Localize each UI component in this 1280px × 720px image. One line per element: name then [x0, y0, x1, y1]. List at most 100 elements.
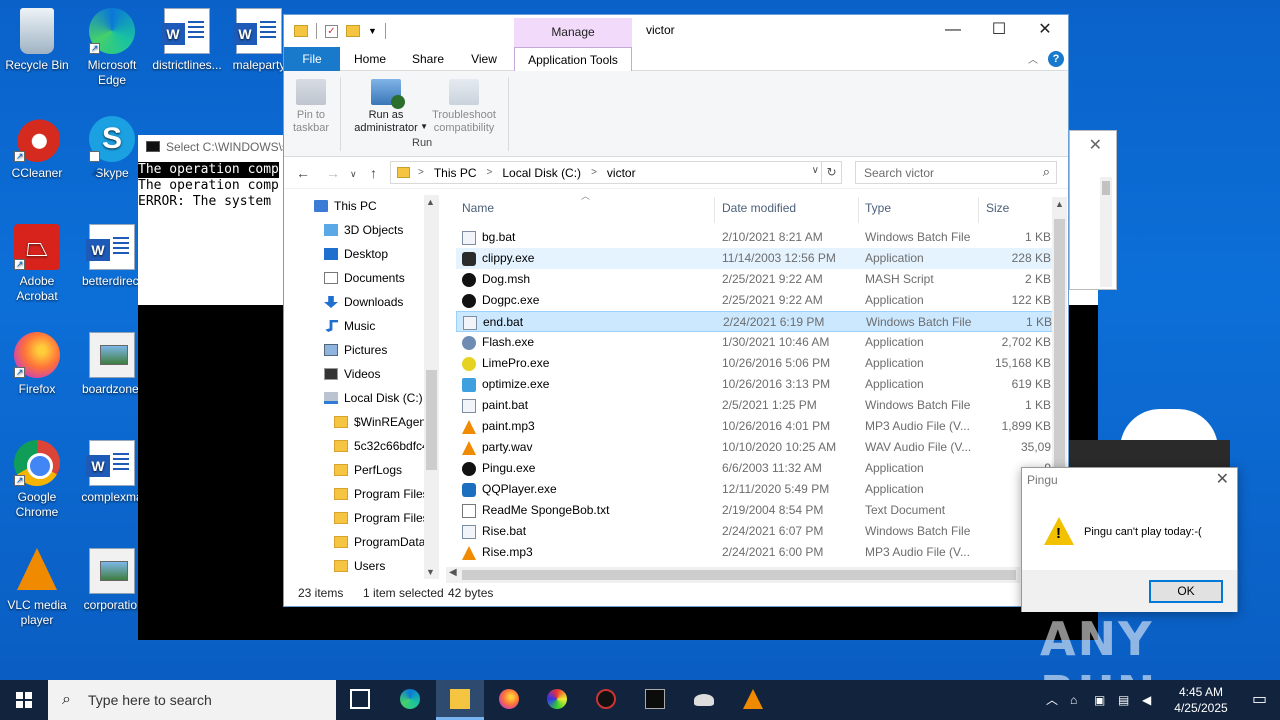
forward-button[interactable]: →	[326, 165, 340, 181]
troubleshoot-compatibility-button[interactable]: Troubleshoot compatibility	[426, 75, 502, 135]
close-icon[interactable]: ✕	[1089, 135, 1102, 155]
nav-item-folder[interactable]: 5c32c66bdfc4	[334, 435, 424, 457]
column-header-name[interactable]: Name	[462, 201, 494, 215]
column-header-size[interactable]: Size	[986, 201, 1009, 215]
taskbar-pingu[interactable]	[582, 680, 630, 720]
file-row[interactable]: Rise.mp3 2/24/2021 6:00 PM MP3 Audio File …	[456, 542, 1054, 563]
file-row[interactable]: clippy.exe 11/14/2003 12:56 PM Application…	[456, 248, 1054, 269]
back-button[interactable]: ←	[296, 165, 310, 181]
column-divider[interactable]	[858, 197, 859, 223]
file-row[interactable]: optimize.exe 10/26/2016 3:13 PM Applicatio…	[456, 374, 1054, 395]
properties-icon[interactable]: ✓	[325, 24, 338, 38]
chevron-down-icon[interactable]: ▼	[368, 26, 377, 36]
tab-file[interactable]: File	[284, 47, 340, 71]
tab-application-tools[interactable]: Application Tools	[514, 47, 632, 72]
message-dialog[interactable]: Pingu ✕ Pingu can't play today:-( OK	[1021, 467, 1238, 612]
file-row[interactable]: paint.mp3 10/26/2016 4:01 PM MP3 Audio Fil…	[456, 416, 1054, 437]
nav-item-folder[interactable]: ProgramData	[334, 531, 424, 553]
taskbar-search[interactable]: ⌕ Type here to search	[48, 680, 336, 720]
taskbar-file-explorer[interactable]	[436, 680, 484, 720]
nav-item-downloads[interactable]: Downloads	[324, 291, 440, 313]
background-window[interactable]: ✕	[1069, 130, 1117, 290]
up-button[interactable]: ↑	[370, 165, 377, 181]
chevron-right-icon[interactable]: >	[418, 167, 424, 178]
scrollbar[interactable]	[1100, 177, 1112, 287]
tab-view[interactable]: View	[460, 47, 508, 71]
breadcrumb-victor[interactable]: victor	[607, 166, 636, 180]
taskbar-paint[interactable]	[533, 680, 581, 720]
ccleaner-shortcut[interactable]: CCleaner	[0, 116, 74, 181]
scroll-left-icon[interactable]: ◀	[449, 567, 457, 578]
column-divider[interactable]	[978, 197, 979, 223]
explorer-titlebar[interactable]: ✓ ▼ Manage victor — ☐ ✕	[284, 15, 1068, 47]
run-as-administrator-button[interactable]: Run as administrator ▼	[346, 75, 428, 135]
search-input[interactable]: Search victor ⌕	[855, 161, 1057, 184]
close-button[interactable]: ✕	[1022, 15, 1068, 45]
nav-item-videos[interactable]: Videos	[324, 363, 440, 385]
tab-home[interactable]: Home	[346, 47, 394, 71]
nav-item-3d-objects[interactable]: 3D Objects	[324, 219, 440, 241]
taskbar-firefox[interactable]	[485, 680, 533, 720]
recent-locations-button[interactable]: ∨	[350, 169, 357, 180]
address-dropdown-icon[interactable]: ∨	[812, 165, 819, 176]
refresh-icon[interactable]: ↻	[821, 162, 841, 183]
breadcrumb-this-pc[interactable]: This PC	[434, 166, 477, 180]
nav-pane-scrollbar[interactable]: ▲ ▼	[424, 195, 439, 579]
help-icon[interactable]: ?	[1048, 51, 1064, 67]
show-hidden-icons-icon[interactable]: ︿	[1046, 680, 1058, 720]
nav-item-desktop[interactable]: Desktop	[324, 243, 440, 265]
ok-button[interactable]: OK	[1149, 580, 1223, 603]
pin-to-taskbar-button[interactable]: Pin to taskbar	[290, 75, 332, 135]
nav-item-pictures[interactable]: Pictures	[324, 339, 440, 361]
scroll-down-icon[interactable]: ▼	[426, 567, 435, 577]
districtlines-shortcut[interactable]: districtlines...	[150, 8, 224, 73]
file-row[interactable]: Rise.bat 2/24/2021 6:07 PM Windows Batch F…	[456, 521, 1054, 542]
nav-item-local-disk[interactable]: Local Disk (C:)	[324, 387, 440, 409]
adobe-acrobat-shortcut[interactable]: Adobe Acrobat	[0, 224, 74, 304]
file-row[interactable]: Flash.exe 1/30/2021 10:46 AM Application 2,…	[456, 332, 1054, 353]
chevron-right-icon[interactable]: >	[591, 167, 597, 178]
clock[interactable]: 4:45 AM 4/25/2025	[1168, 684, 1234, 716]
file-row-selected[interactable]: end.bat 2/24/2021 6:19 PM Windows Batch Fi…	[456, 311, 1054, 332]
nav-item-folder[interactable]: PerfLogs	[334, 459, 424, 481]
nav-item-documents[interactable]: Documents	[324, 267, 440, 289]
chevron-right-icon[interactable]: >	[487, 167, 493, 178]
column-divider[interactable]	[714, 197, 715, 223]
recycle-bin-shortcut[interactable]: Recycle Bin	[0, 8, 74, 73]
file-row[interactable]: Dogpc.exe 2/25/2021 9:22 AM Application 122…	[456, 290, 1054, 311]
address-bar[interactable]: > This PC > Local Disk (C:) > victor ∨ ↻	[390, 161, 842, 184]
new-folder-icon[interactable]	[346, 25, 360, 37]
file-row[interactable]: LimePro.exe 10/26/2016 5:06 PM Application…	[456, 353, 1054, 374]
task-view-button[interactable]	[336, 680, 384, 720]
file-row[interactable]: paint.bat 2/5/2021 1:25 PM Windows Batch F…	[456, 395, 1054, 416]
minimize-button[interactable]: —	[930, 15, 976, 45]
scrollbar-thumb[interactable]	[462, 570, 1016, 580]
scroll-up-icon[interactable]: ▲	[1055, 199, 1064, 209]
wired-network-icon[interactable]: ▤	[1118, 680, 1129, 720]
nav-item-folder[interactable]: Program Files	[334, 483, 424, 505]
close-icon[interactable]: ✕	[1216, 468, 1229, 492]
scroll-up-icon[interactable]: ▲	[426, 197, 435, 207]
breadcrumb-local-disk[interactable]: Local Disk (C:)	[502, 166, 581, 180]
vlc-shortcut[interactable]: VLC media player	[0, 548, 74, 628]
nav-item-music[interactable]: Music	[324, 315, 440, 337]
scrollbar-thumb[interactable]	[426, 370, 437, 470]
nav-item-folder[interactable]: Users	[334, 555, 424, 577]
nav-item-this-pc[interactable]: This PC	[314, 195, 440, 217]
taskbar-vlc[interactable]	[729, 680, 777, 720]
file-row[interactable]: party.wav 10/10/2020 10:25 AM WAV Audio Fi…	[456, 437, 1054, 458]
nav-item-folder[interactable]: $WinREAgent	[334, 411, 424, 433]
file-row[interactable]: Dog.msh 2/25/2021 9:22 AM MASH Script 2 KB	[456, 269, 1054, 290]
taskbar-cmd[interactable]	[631, 680, 679, 720]
file-row[interactable]: QQPlayer.exe 12/11/2020 5:49 PM Applicatio…	[456, 479, 1054, 500]
file-row[interactable]: Pingu.exe6/6/2003 11:32 AMApplication9	[456, 458, 1054, 479]
column-header-date[interactable]: Date modified	[722, 201, 796, 215]
network-icon[interactable]: ⌂	[1070, 680, 1077, 720]
tab-share[interactable]: Share	[402, 47, 454, 71]
column-header-type[interactable]: Type	[865, 201, 891, 215]
taskbar-edge[interactable]	[386, 680, 434, 720]
file-row[interactable]: bg.bat 2/10/2021 8:21 AM Windows Batch Fil…	[456, 227, 1054, 248]
file-row[interactable]: ReadMe SpongeBob.txt 2/19/2004 8:54 PM Tex…	[456, 500, 1054, 521]
edge-shortcut[interactable]: Microsoft Edge	[75, 8, 149, 88]
chrome-shortcut[interactable]: Google Chrome	[0, 440, 74, 520]
